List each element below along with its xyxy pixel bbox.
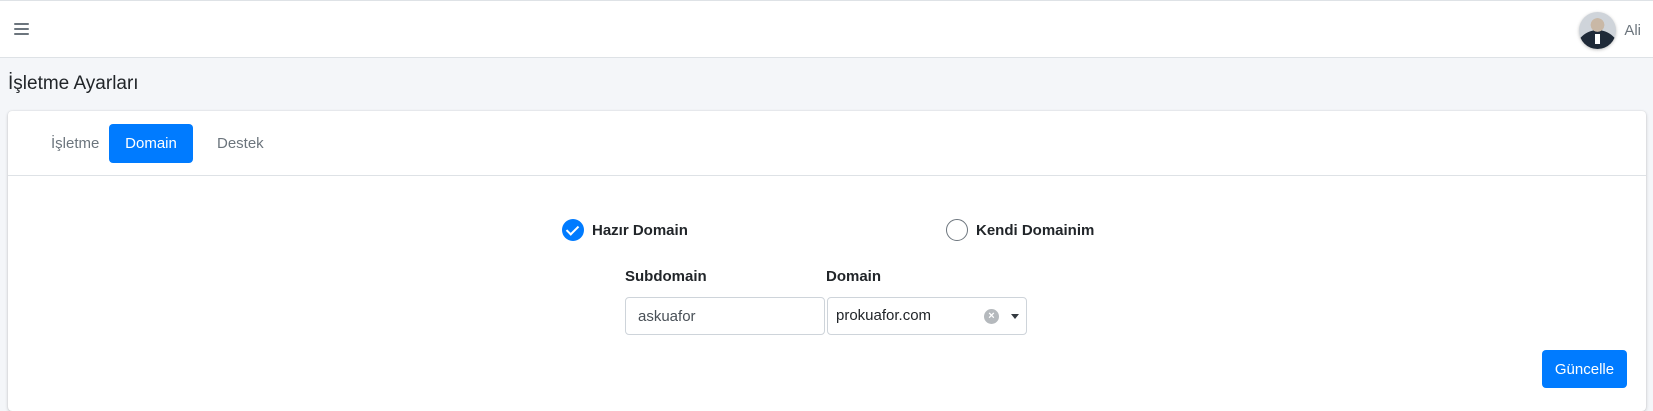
tabs-bar: İşletme Domain Destek: [8, 111, 1646, 176]
domain-select-value: prokuafor.com: [836, 307, 932, 324]
domain-select[interactable]: prokuafor.com ×: [827, 297, 1027, 335]
clear-icon[interactable]: ×: [984, 309, 999, 324]
settings-card: İşletme Domain Destek Hazır Domain Kendi…: [8, 111, 1646, 411]
radio-label-hazir-domain: Hazır Domain: [592, 221, 688, 239]
tab-domain[interactable]: Domain: [109, 124, 193, 163]
update-button[interactable]: Güncelle: [1542, 350, 1627, 388]
radio-hazir-domain[interactable]: Hazır Domain: [562, 218, 688, 242]
tab-destek[interactable]: Destek: [201, 124, 280, 163]
radio-label-kendi-domainim: Kendi Domainim: [976, 221, 1095, 239]
hamburger-icon[interactable]: [14, 21, 31, 35]
radio-kendi-domainim[interactable]: Kendi Domainim: [946, 218, 1094, 242]
page-title: İşletme Ayarları: [8, 73, 139, 94]
tab-isletme[interactable]: İşletme: [35, 124, 115, 163]
user-name[interactable]: Ali: [1624, 22, 1641, 39]
subdomain-input[interactable]: [625, 297, 825, 335]
caret-down-icon[interactable]: [1011, 314, 1019, 319]
radio-unchecked-icon[interactable]: [946, 219, 968, 241]
domain-label: Domain: [826, 268, 882, 285]
top-navbar: Ali: [0, 0, 1653, 58]
avatar[interactable]: [1579, 11, 1617, 49]
radio-checked-icon[interactable]: [562, 219, 584, 241]
user-menu[interactable]: Ali: [1579, 11, 1641, 49]
subdomain-label: Subdomain: [625, 268, 707, 285]
